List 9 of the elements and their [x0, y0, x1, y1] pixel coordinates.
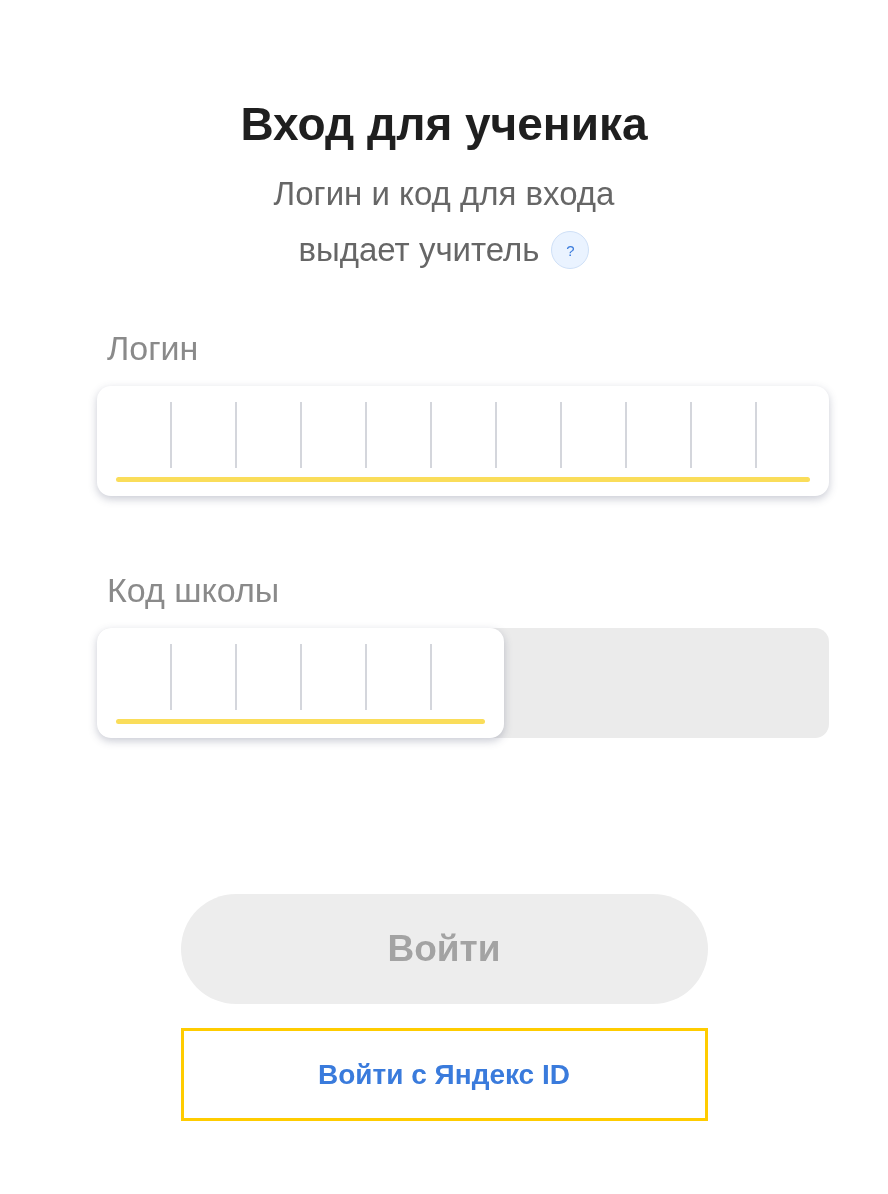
- code-input-field[interactable]: [97, 628, 504, 738]
- field-label: Логин: [107, 328, 200, 369]
- subtitle-text: Логин и код для входа: [273, 174, 615, 214]
- field-label: Код школы: [107, 570, 281, 611]
- yandex-id-link[interactable]: Войти с Яндекс ID: [180, 1028, 708, 1121]
- subtitle-text: выдает учитель: [298, 230, 540, 270]
- page-title: Вход для ученика: [239, 97, 649, 152]
- help-icon[interactable]: ?: [551, 231, 590, 269]
- code-input-field[interactable]: [97, 386, 829, 496]
